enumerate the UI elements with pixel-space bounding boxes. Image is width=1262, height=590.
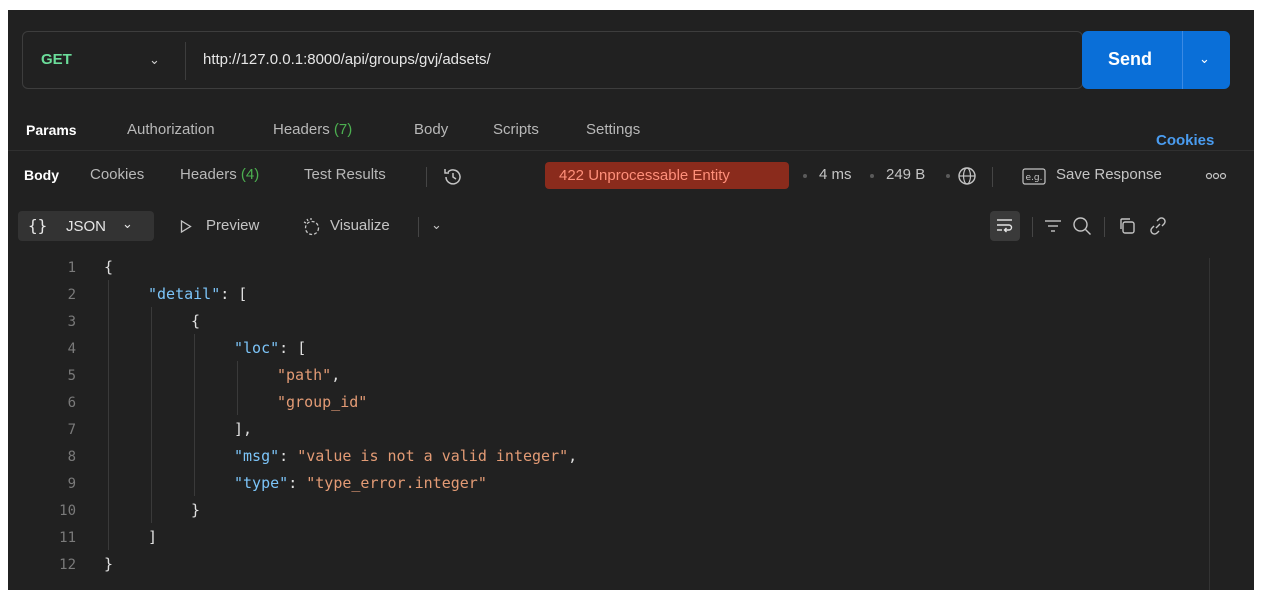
code-line: } — [191, 501, 201, 519]
response-headers-count: (4) — [240, 166, 260, 183]
wrap-icon — [997, 219, 1013, 233]
line-number: 4 — [67, 341, 76, 357]
code-line: "type": "type_error.integer" — [234, 474, 487, 492]
line-number: 12 — [59, 557, 76, 573]
divider — [426, 167, 427, 187]
save-response-button[interactable]: Save Response — [1056, 166, 1162, 183]
play-icon — [180, 220, 192, 233]
more-icon[interactable] — [1205, 172, 1227, 180]
line-number: 9 — [67, 476, 76, 492]
visualize-icon — [303, 218, 320, 236]
preview-button[interactable]: Preview — [206, 217, 259, 234]
json-string: "type_error.integer" — [306, 474, 487, 492]
line-number: 11 — [59, 530, 76, 546]
chevron-down-icon[interactable]: ⌄ — [1199, 51, 1210, 67]
url-input[interactable]: http://127.0.0.1:8000/api/groups/gvj/ads… — [203, 51, 491, 68]
code-line: "group_id" — [277, 393, 367, 411]
tab-body[interactable]: Body — [414, 121, 448, 138]
divider — [992, 167, 993, 187]
copy-icon[interactable] — [1118, 217, 1136, 235]
code-line: "detail": [ — [148, 285, 248, 303]
json-string: "group_id" — [277, 393, 368, 411]
cookies-link[interactable]: Cookies — [1156, 132, 1214, 149]
line-number: 6 — [67, 395, 76, 411]
scrollbar[interactable] — [1209, 258, 1210, 590]
line-number: 3 — [67, 314, 76, 330]
response-size: 249 B — [886, 166, 926, 183]
format-select[interactable]: {} JSON ⌄ — [18, 211, 154, 241]
line-number: 5 — [67, 368, 76, 384]
tab-scripts[interactable]: Scripts — [493, 121, 539, 138]
chevron-down-icon[interactable]: ⌄ — [149, 52, 160, 68]
tab-response-body[interactable]: Body — [24, 167, 59, 183]
headers-count: (7) — [333, 121, 353, 138]
link-icon[interactable] — [1148, 216, 1168, 236]
divider — [1182, 31, 1183, 89]
history-icon[interactable] — [442, 166, 464, 188]
code-line: "path", — [277, 366, 341, 384]
code-line: { — [191, 312, 201, 330]
response-body-editor[interactable]: 1 2 3 4 5 6 7 8 9 10 11 12 { "detail": [… — [8, 258, 1254, 590]
divider — [8, 150, 1254, 151]
status-text: 422 Unprocessable Entity — [559, 167, 730, 184]
response-toolbar: {} JSON ⌄ Preview Visualize ⌄ — [8, 208, 1254, 242]
indent-guide — [108, 280, 109, 550]
tab-test-results[interactable]: Test Results — [304, 166, 386, 183]
status-badge: 422 Unprocessable Entity — [545, 162, 789, 189]
tab-headers[interactable]: Headers (7) — [273, 121, 352, 138]
code-line: ] — [148, 528, 158, 546]
separator-dot — [870, 174, 874, 178]
indent-guide — [194, 334, 195, 496]
tab-authorization[interactable]: Authorization — [127, 121, 215, 138]
search-icon[interactable] — [1072, 216, 1092, 236]
send-label: Send — [1108, 49, 1153, 69]
divider — [1104, 217, 1105, 237]
visualize-button[interactable]: Visualize — [330, 217, 390, 234]
divider — [418, 217, 419, 237]
tab-response-cookies[interactable]: Cookies — [90, 166, 144, 183]
line-number: 2 — [67, 287, 76, 303]
response-time: 4 ms — [819, 166, 852, 183]
line-number: 1 — [67, 260, 76, 276]
code-line: "loc": [ — [234, 339, 307, 357]
indent-guide — [237, 361, 238, 415]
line-number: 7 — [67, 422, 76, 438]
separator-dot — [803, 174, 807, 178]
json-key: "type" — [234, 474, 289, 492]
tab-settings[interactable]: Settings — [586, 121, 640, 138]
separator-dot — [946, 174, 950, 178]
line-number: 10 — [59, 503, 76, 519]
example-icon: e.g. — [1022, 168, 1046, 185]
json-key: "detail" — [148, 285, 221, 303]
json-string: "value is not a valid integer" — [297, 447, 569, 465]
code-line: ], — [234, 420, 253, 438]
line-number: 8 — [67, 449, 76, 465]
code-line: } — [104, 555, 114, 573]
response-tabs: Body Cookies Headers (4) Test Results 42… — [8, 162, 1254, 192]
divider — [185, 42, 186, 80]
json-string: "path" — [277, 366, 332, 384]
tab-params[interactable]: Params — [26, 122, 77, 138]
chevron-down-icon: ⌄ — [122, 216, 133, 231]
json-key: "loc" — [234, 339, 280, 357]
braces-icon: {} — [28, 216, 48, 235]
send-button[interactable]: Send ⌄ — [1082, 31, 1230, 89]
code-line: { — [104, 258, 114, 276]
divider — [1032, 217, 1033, 237]
json-key: "msg" — [234, 447, 280, 465]
wrap-lines-button[interactable] — [990, 211, 1020, 241]
svg-text:e.g.: e.g. — [1026, 173, 1043, 183]
tab-response-headers[interactable]: Headers (4) — [180, 166, 259, 183]
request-url-bar: GET ⌄ http://127.0.0.1:8000/api/groups/g… — [22, 31, 1083, 89]
globe-icon[interactable] — [957, 166, 977, 186]
indent-guide — [151, 307, 152, 523]
format-label: JSON — [66, 218, 107, 235]
code-line: "msg": "value is not a valid integer", — [234, 447, 578, 465]
tab-headers-label: Headers — [273, 121, 330, 138]
tab-response-headers-label: Headers — [180, 166, 237, 183]
chevron-down-icon[interactable]: ⌄ — [431, 217, 442, 233]
method-select[interactable]: GET — [41, 51, 72, 68]
postman-app: GET ⌄ http://127.0.0.1:8000/api/groups/g… — [8, 10, 1254, 590]
filter-icon[interactable] — [1044, 219, 1062, 233]
